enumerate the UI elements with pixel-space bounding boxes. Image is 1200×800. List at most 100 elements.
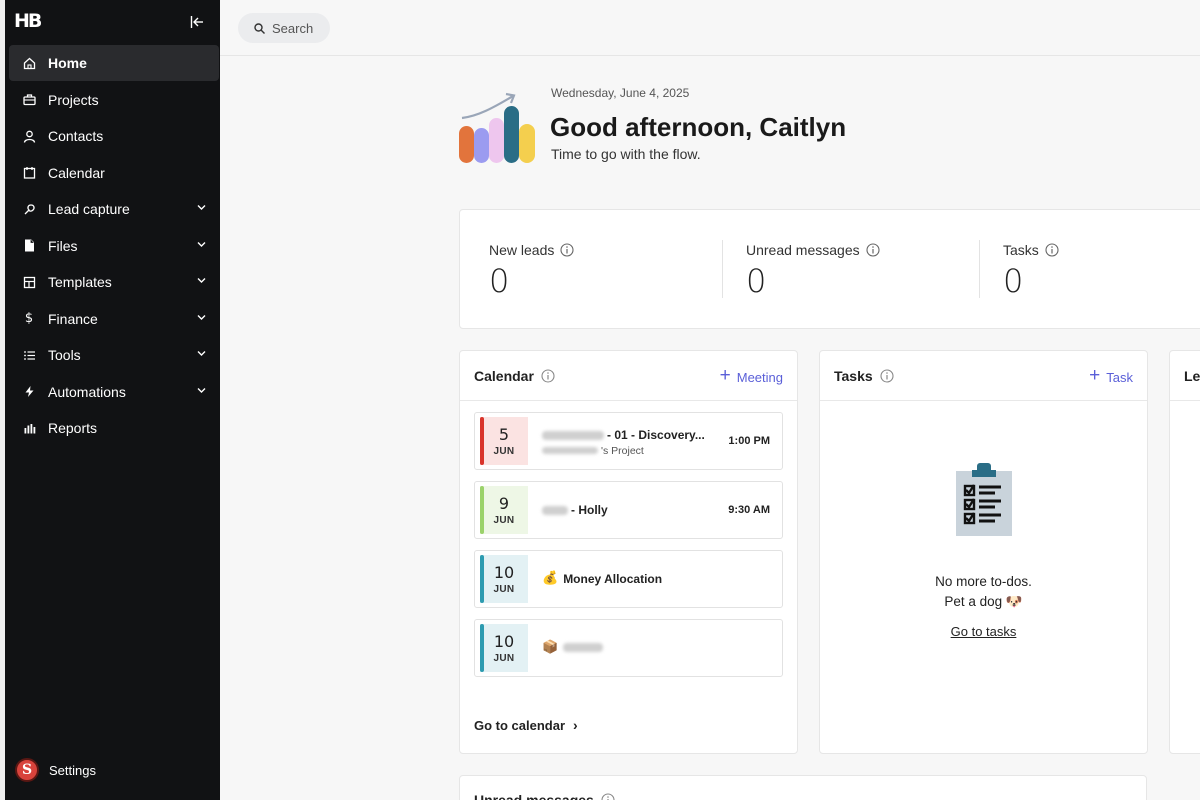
search-icon xyxy=(254,22,265,34)
sidebar-item-label: Lead capture xyxy=(48,201,130,217)
sidebar-item-automations[interactable]: Automations xyxy=(9,374,219,410)
search-placeholder: Search xyxy=(272,20,314,36)
info-icon[interactable] xyxy=(1045,243,1059,257)
collapse-icon xyxy=(190,16,203,28)
chevron-down-icon xyxy=(197,205,206,210)
add-meeting-button[interactable]: + Meeting xyxy=(719,365,783,387)
unread-messages-card: Unread messages xyxy=(459,775,1147,800)
bar-chart-icon xyxy=(22,421,36,435)
go-to-calendar-link[interactable]: Go to calendar › xyxy=(474,717,578,733)
plus-icon: + xyxy=(719,365,731,386)
card-header: Le xyxy=(1170,351,1200,401)
divider xyxy=(979,240,980,298)
sidebar-item-reports[interactable]: Reports xyxy=(9,410,219,446)
event-title: - Holly xyxy=(542,503,608,517)
stat-value: 0 xyxy=(1003,262,1024,300)
sidebar-item-contacts[interactable]: Contacts xyxy=(9,118,219,154)
sidebar-item-label: Finance xyxy=(48,310,98,327)
dollar-icon: $ xyxy=(24,311,34,326)
card-title: Unread messages xyxy=(474,792,615,800)
settings-label: Settings xyxy=(49,762,96,778)
chevron-down-icon xyxy=(197,351,206,356)
info-icon[interactable] xyxy=(541,369,555,383)
info-icon[interactable] xyxy=(560,243,574,257)
briefcase-icon xyxy=(22,93,36,107)
calendar-event[interactable]: 10 JUN 📦 xyxy=(474,619,783,677)
home-icon xyxy=(22,56,36,70)
chevron-down-icon xyxy=(197,241,206,247)
calendar-card: Calendar + Meeting 5 JUN - 01 - Discovery… xyxy=(459,350,798,754)
add-task-button[interactable]: + Task xyxy=(1089,365,1133,387)
sidebar-item-templates[interactable]: Templates xyxy=(9,264,219,300)
card-header: Tasks + Task xyxy=(820,351,1147,401)
page-title: Good afternoon, Caitlyn xyxy=(550,112,847,142)
sidebar: HB Home Projects Contacts Calendar Lead … xyxy=(0,0,220,800)
sidebar-item-projects[interactable]: Projects xyxy=(9,82,219,118)
sidebar-nav: Home Projects Contacts Calendar Lead cap… xyxy=(9,45,219,447)
stats-panel: New leads 0 Unread messages 0 Tasks 0 xyxy=(459,209,1200,329)
stat-label: New leads xyxy=(489,242,555,258)
event-date: 10 JUN xyxy=(480,624,528,672)
sidebar-item-label: Calendar xyxy=(48,164,105,181)
templates-icon xyxy=(22,275,36,289)
sidebar-item-label: Home xyxy=(48,55,87,71)
current-date: Wednesday, June 4, 2025 xyxy=(551,86,690,100)
leads-card: Le xyxy=(1169,350,1200,754)
sidebar-item-calendar[interactable]: Calendar xyxy=(9,155,219,191)
calendar-icon xyxy=(22,166,36,180)
event-title: - 01 - Discovery... xyxy=(542,428,705,442)
sidebar-item-tools[interactable]: Tools xyxy=(9,337,219,373)
info-icon[interactable] xyxy=(880,369,894,383)
chevron-down-icon xyxy=(197,314,206,320)
stat-unread-messages[interactable]: Unread messages 0 xyxy=(746,242,880,300)
user-icon xyxy=(22,129,36,143)
file-icon xyxy=(22,239,36,253)
card-title: Tasks xyxy=(834,368,894,384)
stat-label: Tasks xyxy=(1003,242,1039,258)
sidebar-item-finance[interactable]: $ Finance xyxy=(9,301,219,337)
collapse-sidebar-button[interactable] xyxy=(187,12,207,32)
divider xyxy=(722,240,723,298)
go-to-tasks-link[interactable]: Go to tasks xyxy=(951,624,1017,639)
tasks-card: Tasks + Task No more to-dos. Pet a dog 🐶 G… xyxy=(819,350,1148,754)
sidebar-item-label: Templates xyxy=(48,274,112,290)
stat-tasks[interactable]: Tasks 0 xyxy=(1003,242,1059,300)
card-header: Calendar + Meeting xyxy=(460,351,797,401)
sidebar-item-label: Contacts xyxy=(48,128,104,144)
info-icon[interactable] xyxy=(601,793,615,800)
sidebar-item-label: Tools xyxy=(48,347,81,363)
calendar-event[interactable]: 5 JUN - 01 - Discovery... 's Project 1:0… xyxy=(474,412,783,470)
calendar-event[interactable]: 10 JUN 💰 Money Allocation xyxy=(474,550,783,608)
chevron-down-icon xyxy=(197,278,206,283)
tasks-empty-state: No more to-dos. Pet a dog 🐶 Go to tasks xyxy=(820,463,1147,641)
stat-value: 0 xyxy=(489,262,510,300)
sidebar-item-files[interactable]: Files xyxy=(9,228,219,264)
package-icon: 📦 xyxy=(542,640,559,655)
event-title: 📦 xyxy=(542,640,606,655)
top-bar: Search xyxy=(220,0,1200,56)
sidebar-item-home[interactable]: Home xyxy=(9,45,219,81)
sidebar-item-label: Reports xyxy=(48,420,98,436)
chevron-right-icon: › xyxy=(573,717,578,733)
clipboard-checklist-icon xyxy=(955,463,1012,536)
sidebar-item-lead-capture[interactable]: Lead capture xyxy=(9,191,219,227)
info-icon[interactable] xyxy=(866,243,880,257)
settings-link[interactable]: S Settings xyxy=(15,758,96,782)
calendar-event[interactable]: 9 JUN - Holly 9:30 AM xyxy=(474,481,783,539)
plus-icon: + xyxy=(1089,365,1101,386)
stat-label: Unread messages xyxy=(746,242,860,258)
money-bag-icon: 💰 xyxy=(542,571,559,586)
sidebar-item-label: Automations xyxy=(48,383,126,400)
event-date: 9 JUN xyxy=(480,486,528,534)
event-date: 10 JUN xyxy=(480,555,528,603)
sidebar-item-label: Projects xyxy=(48,91,99,108)
empty-message: No more to-dos. Pet a dog 🐶 xyxy=(935,574,1032,609)
stat-new-leads[interactable]: New leads 0 xyxy=(489,242,574,300)
avatar: S xyxy=(15,758,39,782)
flow-illustration-icon xyxy=(459,92,535,163)
lead-capture-icon xyxy=(22,202,36,216)
logo[interactable]: HB xyxy=(14,10,42,32)
event-subtitle: 's Project xyxy=(542,445,644,457)
search-input[interactable]: Search xyxy=(238,13,330,43)
lightning-icon xyxy=(22,385,36,399)
